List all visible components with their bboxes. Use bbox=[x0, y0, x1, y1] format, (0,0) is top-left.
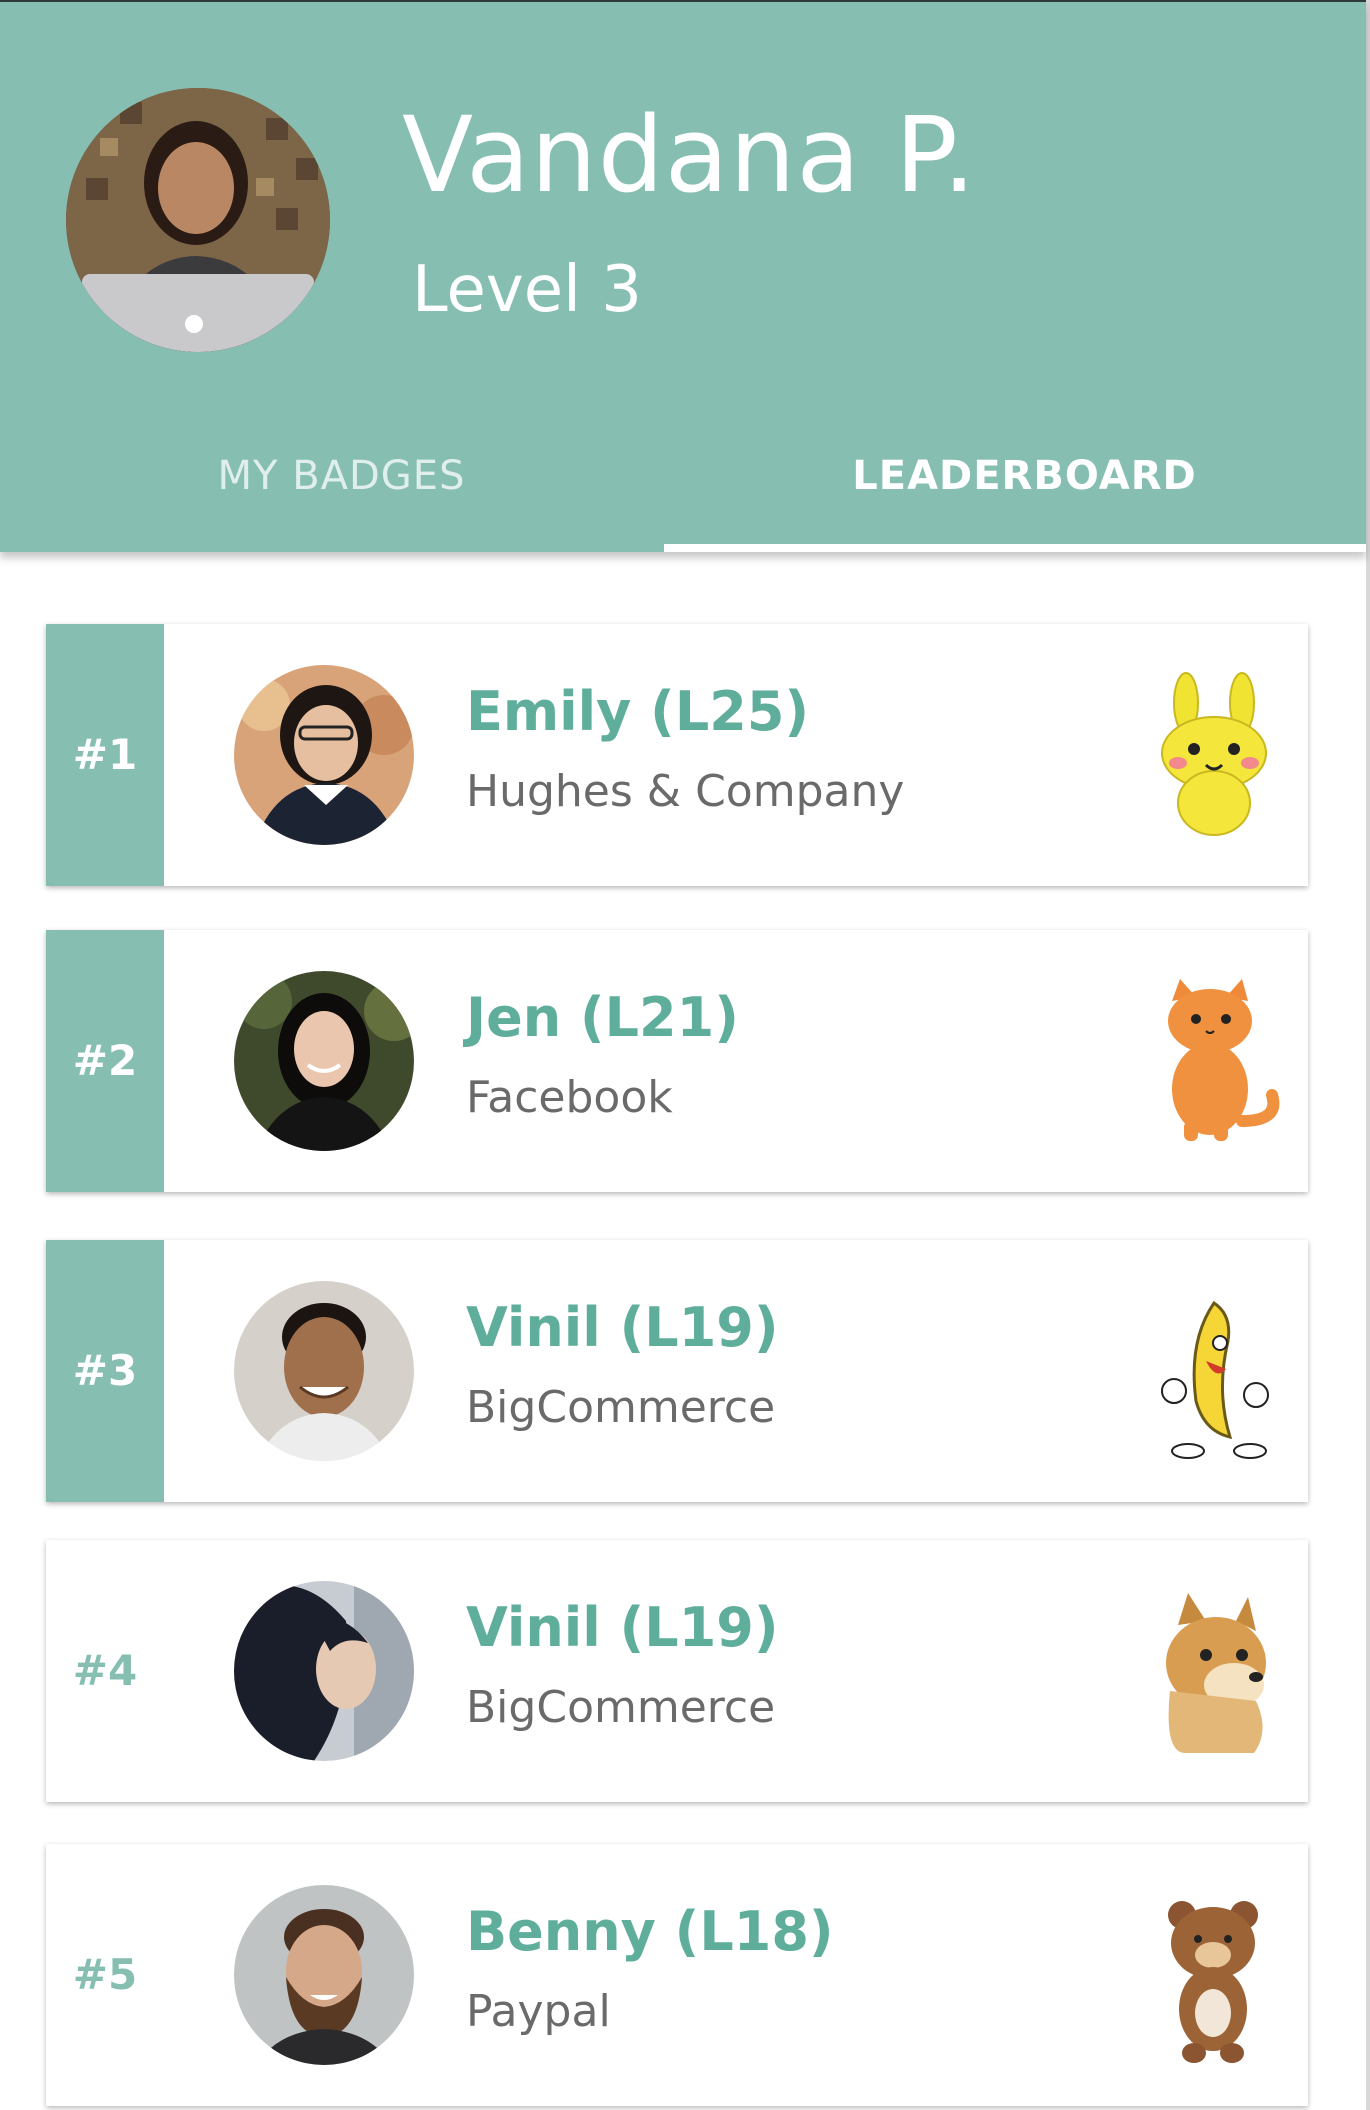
orange-cat-sticker-icon bbox=[1144, 971, 1284, 1151]
rank-label: #4 bbox=[72, 1646, 138, 1695]
leaderboard-row[interactable]: #3 Vinil (L19) BigCommerce bbox=[46, 1240, 1308, 1502]
avatar bbox=[234, 971, 414, 1151]
member-name: Emily (L25) bbox=[466, 680, 810, 743]
avatar bbox=[234, 1581, 414, 1761]
member-company: Hughes & Company bbox=[466, 766, 905, 817]
member-name: Vinil (L19) bbox=[466, 1296, 779, 1359]
avatar bbox=[234, 1281, 414, 1461]
profile-avatar bbox=[66, 88, 330, 352]
avatar bbox=[234, 1885, 414, 2065]
profile-name: Vandana P. bbox=[402, 94, 977, 216]
leaderboard-row[interactable]: #2 Jen (L21) Facebook bbox=[46, 930, 1308, 1192]
profile-header: Vandana P. Level 3 MY BADGES LEADERBOARD bbox=[0, 0, 1366, 552]
rank-badge: #3 bbox=[46, 1240, 164, 1502]
rank-badge: #1 bbox=[46, 624, 164, 886]
leaderboard-row[interactable]: #4 Vinil (L19) BigCommerce bbox=[46, 1540, 1308, 1802]
member-company: Facebook bbox=[466, 1072, 673, 1123]
member-name: Jen (L21) bbox=[466, 986, 739, 1049]
profile-level: Level 3 bbox=[412, 253, 642, 327]
tab-my-badges[interactable]: MY BADGES bbox=[0, 442, 683, 550]
rank-label: #5 bbox=[72, 1950, 138, 1999]
member-company: Paypal bbox=[466, 1986, 611, 2037]
member-name: Benny (L18) bbox=[466, 1900, 834, 1963]
active-tab-indicator bbox=[664, 544, 1366, 552]
leaderboard-row[interactable]: #1 Emily (L25) Hughes & Company bbox=[46, 624, 1308, 886]
member-company: BigCommerce bbox=[466, 1382, 776, 1433]
rank-badge: #2 bbox=[46, 930, 164, 1192]
avatar bbox=[234, 665, 414, 845]
right-edge-divider bbox=[1366, 0, 1370, 2110]
tab-leaderboard[interactable]: LEADERBOARD bbox=[683, 442, 1366, 550]
doge-sticker-icon bbox=[1144, 1581, 1284, 1761]
dancing-banana-sticker-icon bbox=[1144, 1281, 1284, 1461]
member-company: BigCommerce bbox=[466, 1682, 776, 1733]
yellow-bunny-sticker-icon bbox=[1144, 665, 1284, 845]
leaderboard-row[interactable]: #5 Benny (L18) Paypal bbox=[46, 1844, 1308, 2106]
teddy-bear-sticker-icon bbox=[1144, 1885, 1284, 2065]
member-name: Vinil (L19) bbox=[466, 1596, 779, 1659]
